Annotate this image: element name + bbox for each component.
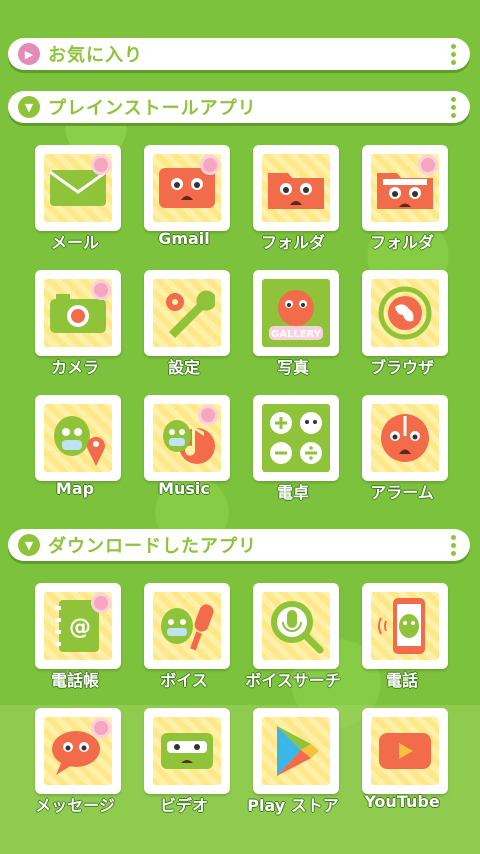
app-label: Gmail	[158, 229, 210, 248]
expand-arrow-icon: ▶	[18, 43, 40, 65]
app-label: 電話	[385, 671, 418, 690]
app-label: Music	[158, 479, 210, 498]
video-character-icon	[161, 733, 213, 769]
app-map[interactable]: Map	[25, 395, 125, 503]
camera-icon	[50, 294, 106, 333]
app-label: ボイス	[160, 671, 208, 690]
app-calculator[interactable]: 電卓	[243, 395, 343, 503]
app-browser[interactable]: ブラウザ	[352, 270, 452, 378]
app-youtube[interactable]: YouTube	[352, 708, 452, 816]
svg-text:@: @	[69, 615, 91, 640]
overflow-menu-icon[interactable]	[451, 535, 456, 556]
section-downloaded[interactable]: ▼ ダウンロードしたアプリ	[8, 529, 470, 561]
app-mail[interactable]: メール	[25, 145, 125, 253]
app-play-store[interactable]: Play ストア	[243, 708, 343, 816]
app-contacts[interactable]: @ 電話帳	[25, 583, 125, 691]
youtube-icon	[379, 733, 431, 769]
app-folder-2[interactable]: フォルダ	[352, 145, 452, 253]
phone-character-icon	[378, 598, 425, 654]
collapse-arrow-icon: ▼	[18, 96, 40, 118]
calculator-icon	[270, 412, 322, 464]
app-label: メッセージ	[35, 796, 115, 815]
map-pin-character-icon	[54, 416, 105, 466]
globe-icon	[378, 286, 432, 340]
voice-search-icon	[271, 601, 324, 654]
collapse-arrow-icon: ▼	[18, 534, 40, 556]
section-downloaded-label: ダウンロードしたアプリ	[48, 536, 257, 557]
section-preinstalled[interactable]: ▼ プレインストールアプリ	[8, 91, 470, 123]
app-label: 設定	[167, 358, 200, 377]
app-gallery[interactable]: GALLERY 写真	[243, 270, 343, 378]
app-label: アラーム	[370, 483, 434, 502]
app-label: メール	[50, 233, 99, 252]
overflow-menu-icon[interactable]	[451, 44, 456, 65]
app-label: フォルダ	[369, 233, 434, 252]
app-label: ブラウザ	[369, 358, 434, 377]
app-voice[interactable]: ボイス	[134, 583, 234, 691]
app-messages[interactable]: メッセージ	[25, 708, 125, 816]
app-label: Play ストア	[247, 796, 339, 815]
app-label: ビデオ	[159, 796, 208, 815]
play-store-icon	[277, 726, 319, 776]
app-label: フォルダ	[260, 233, 325, 252]
app-label: Map	[55, 479, 95, 498]
section-favorites[interactable]: ▶ お気に入り	[8, 38, 470, 70]
alarm-face-icon	[381, 414, 429, 462]
app-folder-1[interactable]: フォルダ	[243, 145, 343, 253]
gmail-face-envelope-icon	[159, 168, 215, 208]
app-label: ボイスサーチ	[245, 671, 341, 690]
app-label: 電卓	[276, 483, 309, 502]
app-label: 写真	[276, 358, 309, 377]
gallery-character-icon: GALLERY	[269, 290, 323, 340]
app-camera[interactable]: カメラ	[25, 270, 125, 378]
app-music[interactable]: Music	[134, 395, 234, 503]
overflow-menu-icon[interactable]	[451, 97, 456, 118]
app-voice-search[interactable]: ボイスサーチ	[243, 583, 343, 691]
gear-wrench-icon	[166, 290, 215, 338]
app-settings[interactable]: 設定	[134, 270, 234, 378]
app-video[interactable]: ビデオ	[134, 708, 234, 816]
svg-text:GALLERY: GALLERY	[271, 329, 322, 340]
app-label: 電話帳	[50, 671, 99, 690]
microphone-character-icon	[161, 604, 214, 651]
app-label: YouTube	[364, 792, 440, 811]
section-favorites-label: お気に入り	[48, 45, 143, 66]
app-phone[interactable]: 電話	[352, 583, 452, 691]
mail-envelope-icon	[49, 170, 107, 206]
app-gmail[interactable]: Gmail	[134, 145, 234, 253]
app-alarm[interactable]: アラーム	[352, 395, 452, 503]
app-label: カメラ	[50, 358, 99, 377]
section-preinstalled-label: プレインストールアプリ	[48, 98, 257, 119]
folder-face-icon	[268, 173, 324, 209]
